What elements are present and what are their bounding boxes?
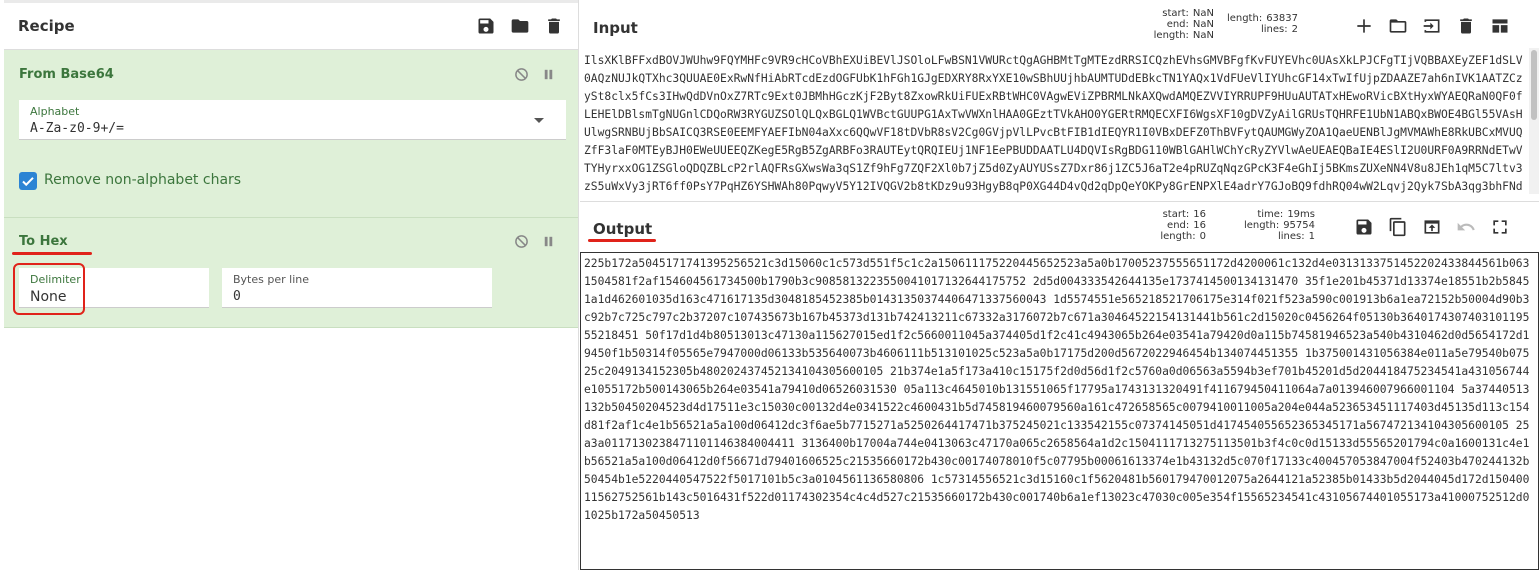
red-box-annotation [13, 263, 85, 315]
stat-lines: 1 [1308, 231, 1315, 242]
recipe-title: Recipe [18, 17, 75, 35]
output-textarea[interactable]: 225b172a5045171741395256521c3d15060c1c57… [580, 252, 1539, 570]
input-title: Input [593, 19, 638, 37]
stat-length: 0 [1199, 231, 1206, 242]
open-file-button[interactable] [1422, 16, 1442, 36]
stat-label: lines: [1260, 24, 1288, 35]
stat-total-length: 63837 [1266, 13, 1298, 24]
scrollbar-thumb[interactable] [1531, 50, 1537, 120]
stat-start: 16 [1193, 209, 1206, 220]
alphabet-select[interactable]: Alphabet A-Za-z0-9+/= [19, 100, 566, 140]
layout-icon [1492, 19, 1508, 33]
stat-label: length: [1153, 30, 1189, 41]
stat-label: time: [1257, 209, 1284, 220]
remove-non-alphabet-checkbox[interactable] [19, 172, 37, 190]
undo-icon [1457, 222, 1475, 231]
disable-operation-button[interactable] [514, 67, 529, 82]
stat-label: end: [1166, 19, 1189, 30]
stat-label: length: [1160, 231, 1196, 242]
save-recipe-button[interactable] [476, 16, 496, 36]
red-underline-annotation [588, 239, 656, 242]
pause-icon [544, 236, 553, 247]
stat-label: start: [1162, 209, 1190, 220]
operation-title: From Base64 [19, 67, 114, 82]
input-textarea[interactable]: IlsXKlBFFxdBOVJWUhw9FQYMHFc9VR9cHCoVBhEX… [584, 52, 1529, 194]
operation-from-base64[interactable]: From Base64 Alphabet A-Za-z0-9+/= Remove… [4, 50, 578, 218]
copy-icon [1389, 217, 1406, 237]
trash-icon [548, 18, 560, 34]
reset-layout-button[interactable] [1490, 16, 1510, 36]
recipe-panel: Recipe From Base64 Alphabet A-Za-z0-9+/=… [4, 0, 579, 570]
input-selection-stats: start: NaN end: NaN length: NaN [1140, 8, 1214, 41]
move-to-input-icon [1424, 220, 1440, 234]
output-panel: Output start: 16 end: 16 length: 0 time: 19m… [580, 202, 1539, 570]
red-underline-annotation [12, 252, 92, 255]
output-toolbar [1354, 217, 1510, 237]
clear-input-button[interactable] [1456, 16, 1476, 36]
alphabet-value: A-Za-z0-9+/= [30, 121, 124, 136]
input-toolbar [1354, 16, 1510, 36]
replace-input-button[interactable] [1422, 217, 1442, 237]
undo-button[interactable] [1456, 217, 1476, 237]
stat-end: 16 [1193, 220, 1206, 231]
file-import-icon [1423, 19, 1440, 33]
pause-icon [544, 69, 553, 80]
stat-end: NaN [1192, 19, 1214, 30]
input-scrollbar[interactable] [1529, 48, 1539, 194]
operation-controls [514, 67, 556, 82]
disable-icon [515, 68, 528, 81]
recipe-header: Recipe [4, 0, 578, 50]
save-icon [1356, 219, 1372, 235]
stat-label: lines: [1277, 231, 1305, 242]
stat-label: length: [1226, 13, 1263, 24]
input-panel: Input start: NaN end: NaN length: NaN lengt… [580, 0, 1539, 202]
load-recipe-button[interactable] [510, 16, 530, 36]
operation-controls [514, 234, 556, 249]
folder-open-icon [1389, 19, 1407, 33]
save-icon [478, 18, 494, 34]
trash-icon [1460, 18, 1472, 34]
stat-label: start: [1162, 8, 1189, 19]
bytes-per-line-field[interactable]: Bytes per line 0 [222, 268, 492, 308]
copy-output-button[interactable] [1388, 217, 1408, 237]
alphabet-label: Alphabet [30, 105, 80, 118]
pause-operation-button[interactable] [541, 234, 556, 249]
plus-icon [1357, 19, 1371, 33]
output-total-stats: time: 19ms length: 95754 lines: 1 [1235, 209, 1315, 242]
stat-label: length: [1243, 220, 1280, 231]
input-total-stats: length: 63837 lines: 2 [1226, 13, 1298, 35]
stat-total-length: 95754 [1283, 220, 1315, 231]
bytes-per-line-value: 0 [233, 289, 241, 304]
operation-to-hex[interactable]: To Hex Delimiter None Bytes per line 0 [4, 218, 578, 328]
clear-recipe-button[interactable] [544, 16, 564, 36]
output-title: Output [593, 220, 653, 238]
open-folder-button[interactable] [1388, 16, 1408, 36]
stat-length: NaN [1192, 30, 1214, 41]
stat-label: end: [1167, 220, 1190, 231]
folder-icon [511, 19, 529, 33]
recipe-toolbar [476, 16, 564, 36]
bytes-per-line-label: Bytes per line [233, 273, 309, 286]
pause-operation-button[interactable] [541, 67, 556, 82]
maximize-output-button[interactable] [1490, 217, 1510, 237]
stat-lines: 2 [1291, 24, 1298, 35]
save-output-button[interactable] [1354, 217, 1374, 237]
chevron-down-icon [534, 118, 544, 123]
checkmark-icon [22, 177, 34, 187]
add-input-tab-button[interactable] [1354, 16, 1374, 36]
remove-non-alphabet-label: Remove non-alphabet chars [44, 172, 242, 188]
fullscreen-icon [1493, 220, 1507, 234]
disable-icon [515, 235, 528, 248]
stat-time: 19ms [1287, 209, 1315, 220]
output-selection-stats: start: 16 end: 16 length: 0 [1140, 209, 1206, 242]
disable-operation-button[interactable] [514, 234, 529, 249]
stat-start: NaN [1192, 8, 1214, 19]
operation-title: To Hex [19, 234, 68, 249]
